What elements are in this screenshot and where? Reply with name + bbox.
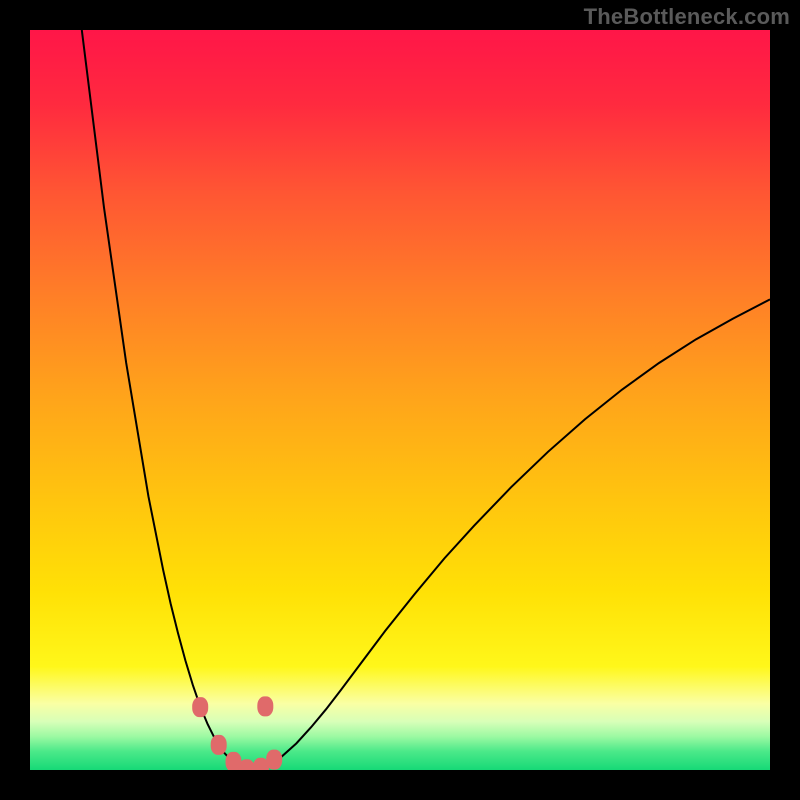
plot-area bbox=[30, 30, 770, 770]
plot-svg bbox=[30, 30, 770, 770]
gradient-background bbox=[30, 30, 770, 770]
chart-frame: TheBottleneck.com bbox=[0, 0, 800, 800]
watermark-text: TheBottleneck.com bbox=[584, 4, 790, 30]
curve-marker bbox=[211, 735, 227, 755]
curve-marker bbox=[266, 750, 282, 770]
curve-marker bbox=[192, 697, 208, 717]
curve-marker bbox=[257, 696, 273, 716]
